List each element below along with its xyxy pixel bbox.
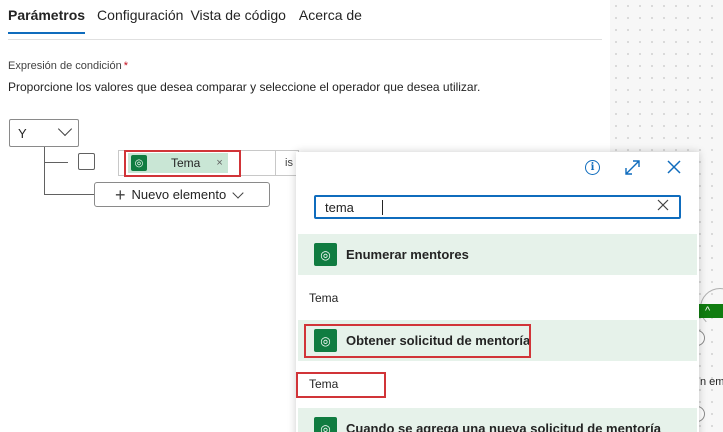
expand-icon[interactable] bbox=[624, 159, 641, 176]
condition-expression-label: Expresión de condición * bbox=[8, 60, 128, 72]
dynamic-content-search-input[interactable]: tema bbox=[314, 195, 681, 219]
group-highlight-box bbox=[304, 324, 531, 358]
new-item-button[interactable]: + Nuevo elemento bbox=[94, 182, 270, 207]
chevron-down-icon bbox=[57, 121, 73, 137]
canvas-partial-label: n emai bbox=[700, 376, 723, 388]
condition-description: Proporcione los valores que desea compar… bbox=[8, 80, 481, 94]
tab-settings[interactable]: Configuración bbox=[97, 6, 190, 34]
tab-parameters[interactable]: Parámetros bbox=[8, 6, 97, 34]
flyout-header: i bbox=[296, 152, 699, 188]
item-highlight-box bbox=[296, 372, 386, 398]
group-label: Cuando se agrega una nueva solicitud de … bbox=[346, 421, 661, 432]
search-value: tema bbox=[325, 200, 354, 215]
dataverse-icon: ◎ bbox=[314, 417, 337, 432]
logic-operator-value: Y bbox=[18, 126, 27, 141]
row-select-checkbox[interactable] bbox=[78, 153, 95, 170]
clear-icon[interactable] bbox=[656, 198, 670, 212]
chevron-down-icon bbox=[232, 186, 244, 199]
new-item-label: Nuevo elemento bbox=[131, 187, 227, 202]
chevron-up-icon: ^ bbox=[705, 305, 711, 317]
group-label: Enumerar mentores bbox=[346, 247, 469, 262]
required-marker: * bbox=[123, 60, 129, 72]
close-icon[interactable] bbox=[666, 159, 682, 175]
tab-bar: Parámetros Configuración Vista de código… bbox=[8, 6, 374, 34]
text-cursor bbox=[382, 200, 383, 215]
token-highlight-box bbox=[124, 150, 241, 177]
content-group-header[interactable]: ◎ Enumerar mentores bbox=[298, 234, 697, 275]
plus-icon: + bbox=[115, 184, 126, 205]
info-icon[interactable]: i bbox=[585, 160, 600, 175]
tree-connector bbox=[44, 147, 45, 195]
tab-code-view[interactable]: Vista de código bbox=[190, 6, 298, 34]
logic-operator-select[interactable]: Y bbox=[9, 119, 79, 147]
tree-connector bbox=[44, 194, 94, 195]
condition-label-text: Expresión de condición bbox=[8, 60, 122, 72]
tab-divider bbox=[8, 39, 602, 40]
tab-about[interactable]: Acerca de bbox=[299, 6, 374, 34]
dataverse-icon: ◎ bbox=[314, 243, 337, 266]
tree-connector bbox=[44, 162, 68, 163]
content-item[interactable]: Tema bbox=[298, 276, 697, 320]
content-group-header[interactable]: ◎ Cuando se agrega una nueva solicitud d… bbox=[298, 408, 697, 432]
